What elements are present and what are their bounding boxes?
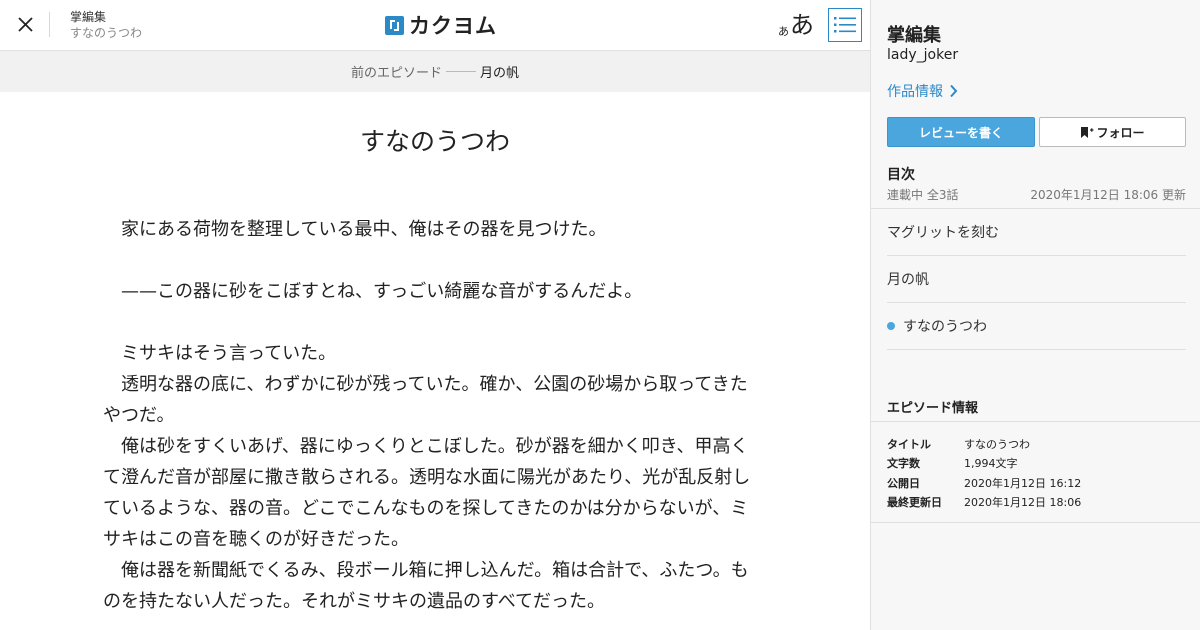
toc-item[interactable]: マグリットを刻む [887, 209, 1186, 256]
sidebar-work-title[interactable]: 掌編集 [887, 21, 941, 47]
body-paragraph: 透明な器の底に、わずかに砂が残っていた。確か、公園の砂場から取ってきたやつだ。 [103, 374, 748, 426]
episode-info-bottom-divider [871, 522, 1200, 523]
kakuyomu-logo-icon [385, 15, 404, 35]
font-small-glyph: あ [778, 24, 789, 38]
toc-item-label: すなのうつわ [903, 319, 987, 335]
current-episode-dot-icon [887, 322, 895, 330]
body-paragraph: ミサキはそう言っていた。 [121, 343, 337, 364]
episode-info-table: タイトル すなのうつわ 文字数 1,994文字 公開日 2020年1月12日 1… [887, 434, 1081, 512]
header-divider [49, 12, 50, 37]
previous-episode-divider [446, 71, 476, 72]
episode-info-key: 最終更新日 [887, 496, 942, 510]
toc-status: 連載中 全3話 [887, 188, 959, 202]
toc-meta: 連載中 全3話 2020年1月12日 18:06 更新 [887, 186, 1186, 203]
toc-list-icon [834, 17, 856, 33]
toc-item-label: 月の帆 [887, 272, 929, 288]
episode-info-value: 1,994文字 [964, 457, 1018, 471]
body-paragraph-blank [103, 245, 755, 276]
top-bar: 掌編集 すなのうつわ カクヨム あ あ [0, 0, 870, 51]
work-info-link[interactable]: 掌編集 すなのうつわ [70, 10, 142, 41]
bookmark-plus-icon [1081, 126, 1094, 138]
work-episode-title: すなのうつわ [70, 26, 143, 41]
toc-item-current[interactable]: すなのうつわ [887, 303, 1186, 350]
episode-info-row: タイトル すなのうつわ [887, 434, 1081, 454]
toc-heading: 目次 [887, 167, 915, 183]
body-paragraph: 俺は器を新聞紙でくるみ、段ボール箱に押し込んだ。箱は合計で、ふたつ。ものを持たな… [103, 560, 749, 612]
episode-info-value: 2020年1月12日 16:12 [964, 476, 1082, 490]
body-paragraph: 俺は砂をすくいあげ、器にゆっくりとこぼした。砂が器を細かく叩き、甲高くて澄んだ音… [103, 436, 751, 550]
episode-info-key: タイトル [887, 437, 931, 451]
close-icon [18, 17, 33, 32]
episode-info-row: 最終更新日 2020年1月12日 18:06 [887, 493, 1081, 513]
font-size-toggle[interactable]: あ あ [778, 8, 814, 40]
body-paragraph: 家にある荷物を整理している最中、俺はその器を見つけた。 [121, 219, 607, 240]
work-collection-title: 掌編集 [70, 10, 107, 24]
close-button[interactable] [12, 11, 40, 39]
sidebar: 掌編集 lady_joker 作品情報 レビューを書く フォロー 目次 連載中 … [870, 0, 1200, 630]
follow-button[interactable]: フォロー [1039, 117, 1186, 147]
sidebar-author[interactable]: lady_joker [887, 47, 958, 63]
episode-info-heading: エピソード情報 [887, 401, 979, 416]
episode-info-row: 文字数 1,994文字 [887, 454, 1081, 474]
previous-episode-link[interactable]: 前のエピソード 月の帆 [0, 51, 870, 92]
episode-title: すなのうつわ [359, 127, 510, 156]
body-paragraph-blank [103, 307, 755, 338]
episode-info-row: 公開日 2020年1月12日 16:12 [887, 473, 1081, 493]
episode-info-key: 公開日 [887, 476, 920, 490]
previous-episode-title: 月の帆 [480, 66, 520, 81]
work-info-link-sidebar[interactable]: 作品情報 [887, 81, 958, 101]
reader-pane: 掌編集 すなのうつわ カクヨム あ あ 前のエピソード 月の帆 すなのうつわ 家… [0, 0, 870, 630]
previous-episode-label: 前のエピソード [350, 66, 442, 81]
toc-toggle-button[interactable] [828, 8, 862, 42]
toc-item-label: マグリットを刻む [887, 225, 999, 241]
episode-info-value: 2020年1月12日 18:06 [964, 496, 1082, 510]
episode-body: 家にある荷物を整理している最中、俺はその器を見つけた。 ——この器に砂をこぼすと… [103, 214, 755, 617]
toc-item[interactable]: 月の帆 [887, 256, 1186, 303]
toc-updated: 2020年1月12日 18:06 更新 [1030, 188, 1186, 202]
kakuyomu-logo[interactable]: カクヨム [385, 13, 497, 38]
chevron-right-icon [950, 84, 958, 98]
work-info-label: 作品情報 [887, 84, 943, 100]
toc-list: マグリットを刻む 月の帆 すなのうつわ [887, 209, 1186, 350]
body-paragraph: ——この器に砂をこぼすとね、すっごい綺麗な音がするんだよ。 [121, 281, 643, 302]
episode-info-divider [871, 421, 1200, 422]
episode-info-key: 文字数 [887, 457, 920, 471]
logo-text: カクヨム [409, 14, 497, 38]
write-review-label: レビューを書く [918, 125, 1003, 140]
font-large-glyph: あ [790, 11, 814, 40]
episode-info-value: すなのうつわ [964, 437, 1030, 451]
write-review-button[interactable]: レビューを書く [887, 117, 1035, 147]
follow-label: フォロー [1096, 125, 1145, 140]
